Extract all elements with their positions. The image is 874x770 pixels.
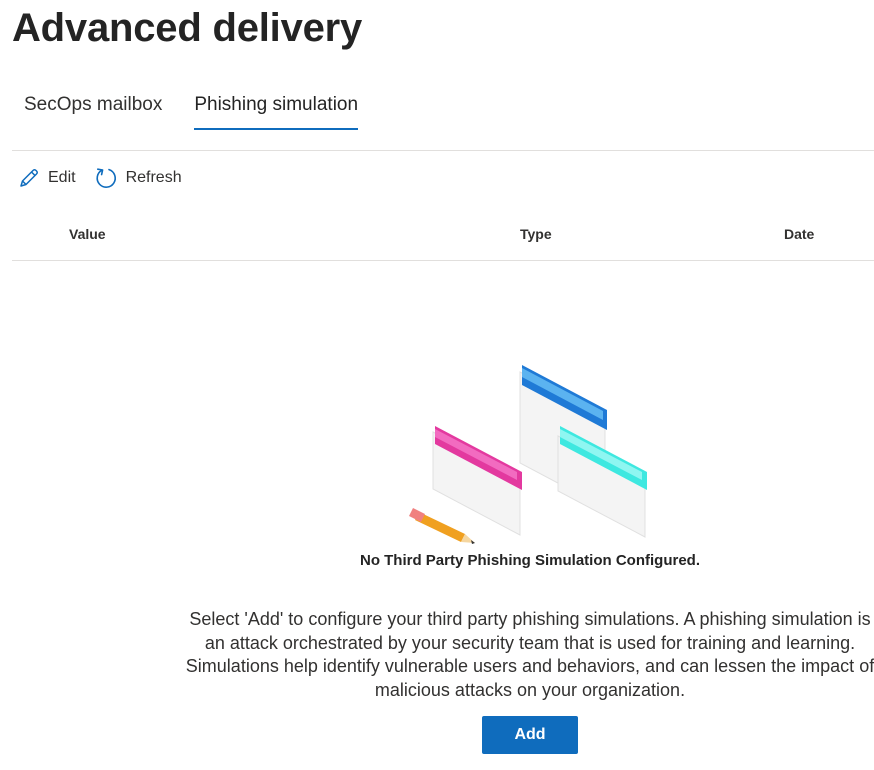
table-header: Value Type Date — [12, 218, 874, 261]
refresh-icon — [94, 166, 118, 190]
refresh-button[interactable]: Refresh — [94, 162, 182, 194]
pencil-icon — [18, 167, 40, 189]
pencil-shape — [409, 508, 475, 544]
tab-secops-mailbox[interactable]: SecOps mailbox — [24, 88, 162, 132]
empty-state-illustration — [405, 360, 655, 550]
divider — [12, 150, 874, 151]
column-header-value[interactable]: Value — [69, 226, 106, 242]
column-header-type[interactable]: Type — [520, 226, 552, 242]
empty-state-description: Select 'Add' to configure your third par… — [185, 609, 874, 700]
pink-window-shape — [432, 426, 522, 536]
command-bar: Edit Refresh — [18, 162, 182, 194]
advanced-delivery-page: Advanced delivery SecOps mailbox Phishin… — [0, 0, 874, 770]
empty-state-title: No Third Party Phishing Simulation Confi… — [359, 552, 700, 569]
refresh-label: Refresh — [125, 169, 182, 186]
edit-button[interactable]: Edit — [18, 162, 76, 194]
page-title: Advanced delivery — [12, 6, 363, 50]
add-button[interactable]: Add — [482, 716, 578, 754]
tab-phishing-simulation[interactable]: Phishing simulation — [194, 88, 358, 132]
column-header-date[interactable]: Date — [784, 226, 814, 242]
tab-list: SecOps mailbox Phishing simulation — [24, 88, 358, 132]
edit-label: Edit — [48, 169, 76, 186]
